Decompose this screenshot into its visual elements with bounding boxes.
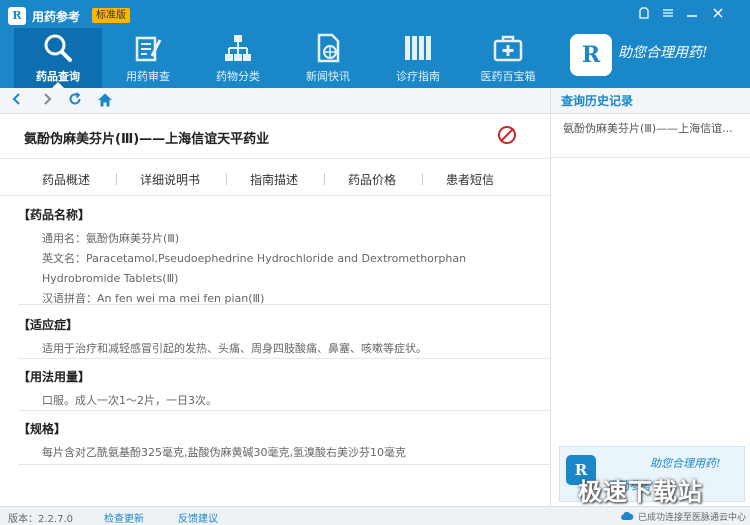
tab-divider: [422, 173, 423, 185]
pinyin-name: 汉语拼音：An fen wei ma mei fen pian(Ⅲ): [42, 292, 265, 305]
tab-divider: [116, 173, 117, 185]
refresh-icon[interactable]: [66, 92, 84, 110]
forward-icon[interactable]: [38, 92, 56, 110]
nav-drug-category[interactable]: 药物分类: [194, 28, 282, 88]
guide-icon: [405, 36, 431, 60]
history-item[interactable]: 氨酚伪麻美芬片(Ⅲ)——上海信谊...: [551, 114, 750, 158]
nav-drug-search[interactable]: 药品查询: [14, 28, 102, 88]
tab-divider: [324, 173, 325, 185]
section-divider: [18, 464, 550, 465]
section-divider: [18, 304, 550, 305]
nav-news[interactable]: 新闻快讯: [284, 28, 372, 88]
tab-patient-sms[interactable]: 患者短信: [446, 171, 494, 188]
status-bar: 版本：2.2.7.0 检查更新 反馈建议 已成功连接至医脉通云中心: [0, 506, 750, 525]
connection-status: 已成功连接至医脉通云中心: [638, 513, 747, 523]
history-panel: 查询历史记录 氨酚伪麻美芬片(Ⅲ)——上海信谊... R 助您合理用药! 用药参…: [550, 88, 750, 506]
section-title: 【用法用量】: [18, 370, 91, 384]
app-header: R 用药参考 标准版 药品查询 用药审查 药物分类 新闻快讯 诊疗指南 医药百宝…: [0, 0, 750, 88]
news-icon: [317, 33, 340, 63]
indication-text: 适用于治疗和减轻感冒引起的发热、头痛、周身四肢酸痛、鼻塞、咳嗽等症状。: [42, 342, 427, 355]
section-spec: 【规格】 每片含对乙酰氨基酚325毫克,盐酸伪麻黄碱30毫克,氢溴酸右美沙芬10…: [18, 420, 538, 463]
skin-icon[interactable]: [636, 6, 652, 22]
nav-label: 新闻快讯: [306, 70, 350, 83]
english-name-cont: Hydrobromide Tablets(Ⅲ): [42, 272, 179, 285]
nav-label: 药物分类: [216, 70, 260, 83]
browser-toolbar: [0, 88, 550, 114]
edition-badge: 标准版: [92, 8, 130, 23]
section-drug-name: 【药品名称】 通用名：氨酚伪麻美芬片(Ⅲ) 英文名：Paracetamol,Ps…: [18, 206, 538, 309]
nav-drug-review[interactable]: 用药审查: [104, 28, 192, 88]
tab-divider: [226, 173, 227, 185]
prohibited-icon: [498, 126, 516, 144]
nav-label: 药品查询: [36, 70, 80, 83]
nav-medkit[interactable]: 医药百宝箱: [464, 28, 552, 88]
section-dosage: 【用法用量】 口服。成人一次1～2片，一日3次。: [18, 368, 538, 411]
cloud-icon: [621, 511, 634, 520]
english-name: 英文名：Paracetamol,Pseudoephedrine Hydrochl…: [42, 252, 467, 265]
search-icon: [44, 34, 72, 62]
slogan-text: 助您合理用药!: [618, 45, 708, 61]
watermark: 极速下载站: [578, 478, 703, 506]
drug-detail-panel: 氨酚伪麻美芬片(Ⅲ)——上海信谊天平药业 药品概述 详细说明书 指南描述 药品价…: [0, 114, 550, 506]
section-divider: [18, 410, 550, 411]
menu-icon[interactable]: [660, 6, 676, 22]
section-title: 【适应症】: [18, 318, 79, 332]
section-divider: [18, 358, 550, 359]
history-title: 查询历史记录: [551, 88, 750, 114]
category-icon: [225, 35, 251, 61]
nav-label: 医药百宝箱: [480, 70, 536, 83]
app-title: 用药参考: [32, 10, 81, 24]
nav-label: 用药审查: [126, 70, 170, 83]
dosage-text: 口服。成人一次1～2片，一日3次。: [42, 394, 217, 407]
generic-name: 通用名：氨酚伪麻美芬片(Ⅲ): [42, 232, 180, 245]
tab-guide[interactable]: 指南描述: [250, 171, 298, 188]
tab-overview[interactable]: 药品概述: [42, 171, 90, 188]
review-icon: [135, 36, 162, 62]
close-icon[interactable]: [710, 6, 726, 22]
home-icon[interactable]: [96, 92, 114, 110]
feedback-link[interactable]: 反馈建议: [178, 510, 218, 525]
nav-label: 诊疗指南: [396, 70, 440, 83]
section-title: 【药品名称】: [18, 208, 91, 222]
nav-guide[interactable]: 诊疗指南: [374, 28, 462, 88]
section-indication: 【适应症】 适用于治疗和减轻感冒引起的发热、头痛、周身四肢酸痛、鼻塞、咳嗽等症状…: [18, 316, 538, 359]
version-label: 版本：2.2.7.0: [8, 514, 73, 525]
section-title: 【规格】: [18, 422, 67, 436]
detail-tabs: 药品概述 详细说明书 指南描述 药品价格 患者短信: [0, 158, 550, 196]
title-bar: R 用药参考 标准版: [0, 0, 750, 30]
brand-logo: R: [570, 34, 612, 76]
app-logo: R: [8, 7, 26, 25]
drug-title: 氨酚伪麻美芬片(Ⅲ)——上海信谊天平药业: [24, 132, 270, 147]
medkit-icon: [493, 35, 523, 62]
tab-price[interactable]: 药品价格: [348, 171, 396, 188]
slogan-area: R 助您合理用药!: [556, 28, 750, 88]
spec-text: 每片含对乙酰氨基酚325毫克,盐酸伪麻黄碱30毫克,氢溴酸右美沙芬10毫克: [42, 446, 406, 459]
back-icon[interactable]: [8, 92, 26, 110]
minimize-icon[interactable]: [684, 6, 700, 22]
check-update-link[interactable]: 检查更新: [104, 510, 144, 525]
tab-instructions[interactable]: 详细说明书: [140, 171, 200, 188]
ad-slogan: 助您合理用药!: [650, 457, 721, 470]
